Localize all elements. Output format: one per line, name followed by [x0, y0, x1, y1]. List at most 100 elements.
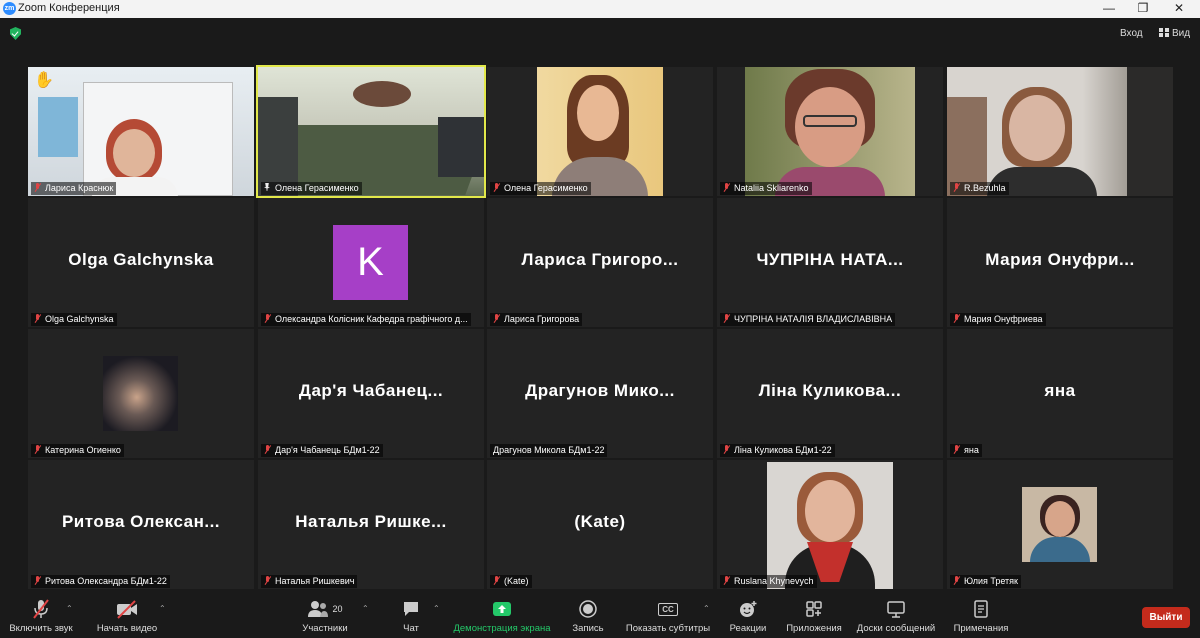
exit-fullscreen-button[interactable]: Вход: [1120, 26, 1143, 42]
participant-tile[interactable]: Наталья Ришке... Наталья Ришкевич: [258, 460, 484, 589]
participant-display-name: Olga Galchynska: [68, 250, 214, 269]
participant-display-name: (Kate): [574, 512, 626, 531]
participant-name-label: Ритова Олександра БДм1-22: [31, 575, 170, 588]
apps-label: Приложения: [786, 623, 842, 634]
participant-tile[interactable]: Юлия Третяк: [947, 460, 1173, 589]
participant-tile[interactable]: Катерина Огиенко: [28, 329, 254, 458]
participant-tile[interactable]: Дар'я Чабанец... Дар'я Чабанець БДм1-22: [258, 329, 484, 458]
participant-name-label: Ліна Куликова БДм1-22: [720, 444, 835, 457]
whiteboards-button[interactable]: Доски сообщений: [854, 599, 938, 634]
profile-picture: [103, 356, 178, 431]
grid-view-icon: [1159, 28, 1169, 37]
raised-hand-icon: ✋: [34, 72, 54, 89]
muted-mic-icon: [34, 576, 41, 585]
restore-icon[interactable]: ❐: [1126, 0, 1160, 18]
show-captions-button[interactable]: CC Показать субтитры: [624, 599, 712, 634]
chat-button[interactable]: Чат: [394, 599, 428, 634]
video-off-icon: [117, 600, 137, 619]
participant-name-label: Юлия Третяк: [950, 575, 1021, 588]
participant-tile[interactable]: ✋ Лариса Краснюк: [28, 67, 254, 196]
share-screen-button[interactable]: Демонстрация экрана: [450, 599, 554, 634]
record-icon: [579, 600, 597, 618]
participant-tile[interactable]: Лариса Григоро... Лариса Григорова: [487, 198, 713, 327]
muted-mic-icon: [493, 183, 500, 192]
participant-tile[interactable]: Nataliia Skliarenko: [717, 67, 943, 196]
muted-mic-icon: [264, 576, 271, 585]
participant-tile[interactable]: R.Bezuhla: [947, 67, 1173, 196]
participant-tile[interactable]: Ліна Куликова... Ліна Куликова БДм1-22: [717, 329, 943, 458]
muted-mic-icon: [953, 576, 960, 585]
captions-options-chevron-icon[interactable]: ⌃: [703, 604, 710, 613]
close-icon[interactable]: ✕: [1162, 0, 1196, 18]
participant-tile[interactable]: Мария Онуфри... Мария Онуфриева: [947, 198, 1173, 327]
participant-name-label: ЧУПРІНА НАТАЛІЯ ВЛАДИСЛАВІВНА: [720, 313, 896, 326]
share-screen-icon: [493, 602, 511, 616]
record-button[interactable]: Запись: [568, 599, 608, 634]
window-title: Zoom Конференция: [18, 2, 120, 14]
participant-tile-active-speaker[interactable]: Олена Герасименко: [256, 65, 486, 198]
muted-mic-icon: [493, 576, 500, 585]
chat-options-chevron-icon[interactable]: ⌃: [433, 604, 440, 613]
participant-name-label: (Kate): [490, 575, 532, 588]
muted-mic-icon: [723, 445, 730, 454]
muted-mic-icon: [34, 445, 41, 454]
participants-icon: [308, 601, 329, 617]
participant-name-label: Мария Онуфриева: [950, 313, 1046, 326]
participant-tile[interactable]: Олена Герасименко: [487, 67, 713, 196]
profile-picture: [1022, 487, 1097, 562]
participant-tile[interactable]: (Kate) (Kate): [487, 460, 713, 589]
apps-icon: [806, 601, 822, 617]
reactions-button[interactable]: Реакции: [726, 599, 770, 634]
muted-mic-icon: [34, 183, 41, 192]
participants-options-chevron-icon[interactable]: ⌃: [362, 604, 369, 613]
muted-mic-icon: [493, 314, 500, 323]
participants-button[interactable]: 20 Участники: [298, 599, 352, 634]
notes-icon: [974, 600, 988, 618]
muted-mic-icon: [723, 314, 730, 323]
muted-mic-icon: [953, 183, 960, 192]
participant-name-label: Лариса Григорова: [490, 313, 583, 326]
participant-display-name: Драгунов Мико...: [525, 381, 675, 400]
muted-mic-icon: [953, 314, 960, 323]
participant-name-label: Олена Герасименко: [261, 182, 362, 195]
start-video-button[interactable]: Начать видео: [92, 599, 162, 634]
minimize-icon[interactable]: —: [1092, 0, 1126, 18]
reactions-smiley-icon: [740, 601, 757, 617]
audio-options-chevron-icon[interactable]: ⌃: [66, 604, 73, 613]
participant-display-name: Наталья Ришке...: [295, 512, 447, 531]
leave-meeting-button[interactable]: Выйти: [1142, 607, 1190, 628]
participant-tile[interactable]: Olga Galchynska Olga Galchynska: [28, 198, 254, 327]
participant-tile[interactable]: Ритова Олексан... Ритова Олександра БДм1…: [28, 460, 254, 589]
pin-icon: [264, 183, 270, 191]
unmute-label: Включить звук: [9, 623, 73, 634]
apps-button[interactable]: Приложения: [784, 599, 844, 634]
muted-mic-icon: [723, 183, 730, 192]
notes-label: Примечания: [953, 623, 1009, 634]
meeting-top-bar: Вход Вид: [0, 18, 1200, 50]
participants-count: 20: [332, 604, 343, 614]
participant-name-label: Лариса Краснюк: [31, 182, 117, 195]
participant-video: [537, 67, 663, 196]
muted-mic-icon: [34, 314, 41, 323]
participant-tile[interactable]: ЧУПРІНА НАТА... ЧУПРІНА НАТАЛІЯ ВЛАДИСЛА…: [717, 198, 943, 327]
participant-name-label: Наталья Ришкевич: [261, 575, 358, 588]
participant-display-name: Ритова Олексан...: [61, 512, 221, 531]
participant-video: [947, 67, 1173, 196]
participant-tile[interactable]: Ruslana Khynevych: [717, 460, 943, 589]
view-button[interactable]: Вид: [1159, 26, 1190, 42]
participant-name-label: Катерина Огиенко: [31, 444, 124, 457]
avatar: K: [333, 225, 408, 300]
participant-tile[interactable]: яна яна: [947, 329, 1173, 458]
profile-picture: [767, 462, 893, 589]
muted-microphone-icon: [33, 599, 49, 619]
video-options-chevron-icon[interactable]: ⌃: [159, 604, 166, 613]
notes-button[interactable]: Примечания: [950, 599, 1012, 634]
participant-video: [28, 67, 254, 196]
participant-name-label: Olga Galchynska: [31, 313, 117, 326]
participant-display-name: ЧУПРІНА НАТА...: [756, 250, 904, 269]
participant-name-label: Олександра Колісник Кафедра графічного д…: [261, 313, 471, 326]
participant-display-name: Мария Онуфри...: [985, 250, 1135, 269]
participant-tile[interactable]: Драгунов Мико... Драгунов Микола БДм1-22: [487, 329, 713, 458]
participant-tile[interactable]: K Олександра Колісник Кафедра графічного…: [258, 198, 484, 327]
security-shield-icon[interactable]: [10, 27, 21, 40]
